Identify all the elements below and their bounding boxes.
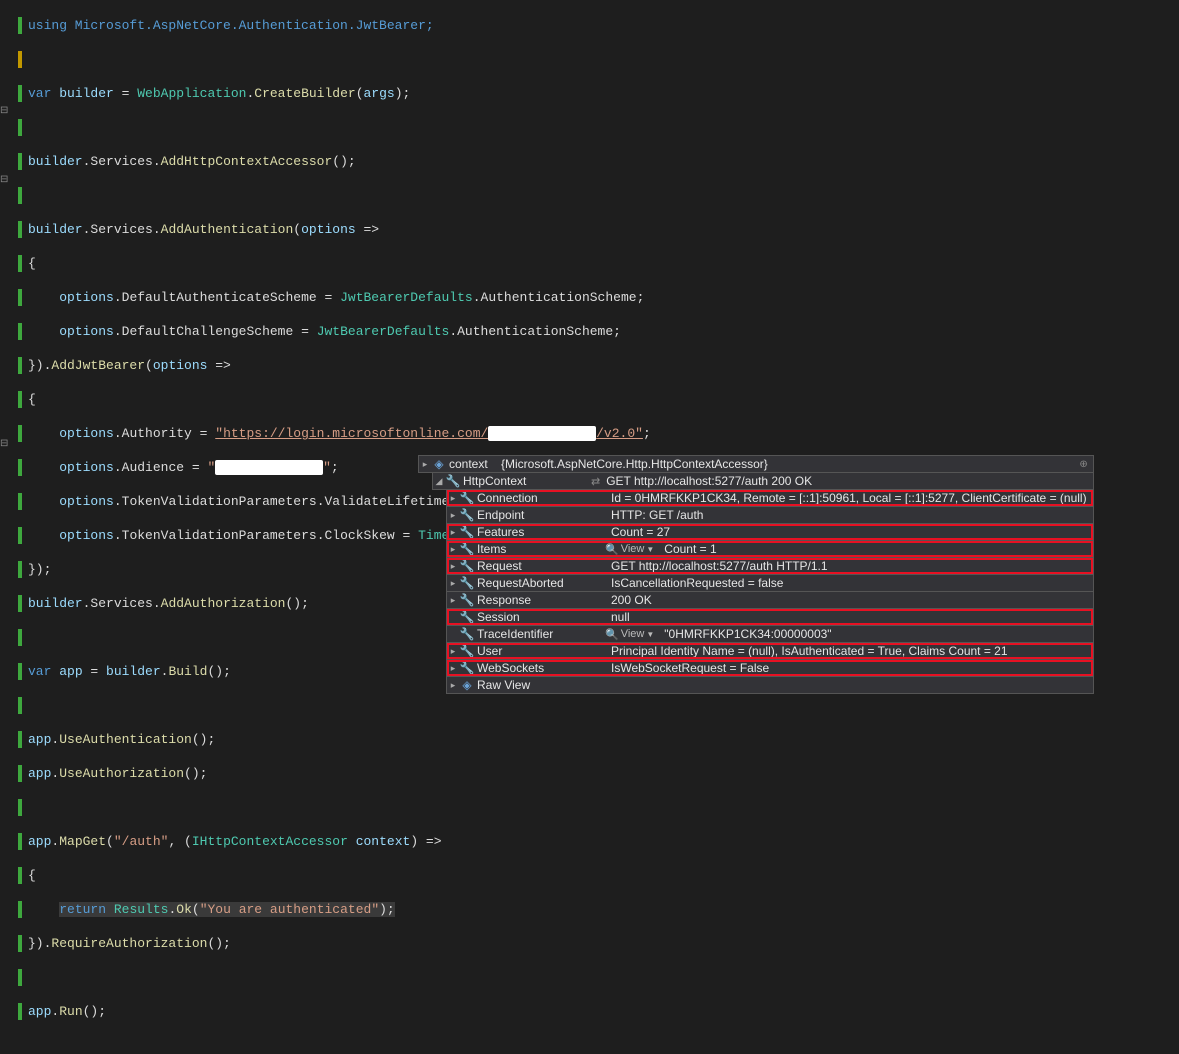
tip-name: Request	[475, 559, 605, 573]
expand-icon[interactable]: ▸	[447, 663, 459, 674]
property-icon: 🔧	[459, 576, 475, 590]
expand-icon[interactable]: ▸	[419, 459, 431, 470]
fold-toggle[interactable]: ⊟	[0, 174, 8, 186]
tip-row-context[interactable]: ▸ ◈ context {Microsoft.AspNetCore.Http.H…	[418, 455, 1094, 473]
property-icon: 🔧	[459, 525, 475, 539]
debug-datatip[interactable]: ▸ ◈ context {Microsoft.AspNetCore.Http.H…	[418, 456, 1094, 694]
transfer-icon: ⇄	[591, 475, 600, 488]
tip-name: WebSockets	[475, 661, 605, 675]
code-line: using Microsoft.AspNetCore.Authenticatio…	[28, 18, 434, 33]
tip-value: GET http://localhost:5277/auth HTTP/1.1	[605, 559, 1093, 573]
tip-name: Features	[475, 525, 605, 539]
property-icon: 🔧	[459, 627, 475, 641]
tip-value: Count = 27	[605, 525, 1093, 539]
tip-name: RequestAborted	[475, 576, 605, 590]
tip-row-rawview[interactable]: ▸◈Raw View	[446, 676, 1094, 694]
pin-icon[interactable]: ⊕	[1075, 459, 1093, 470]
tip-value: HTTP: GET /auth	[605, 508, 1093, 522]
tip-name: TraceIdentifier	[475, 627, 605, 641]
tip-row-requestaborted[interactable]: ▸🔧RequestAbortedIsCancellationRequested …	[446, 574, 1094, 592]
tip-value: "0HMRFKKP1CK34:00000003"	[658, 627, 1092, 641]
property-icon: 🔧	[459, 491, 475, 505]
property-icon: 🔧	[459, 610, 475, 624]
current-line: return Results.Ok("You are authenticated…	[59, 902, 395, 917]
tip-name: User	[475, 644, 605, 658]
chevron-down-icon[interactable]: ▼	[646, 630, 654, 639]
tip-name: Endpoint	[475, 508, 605, 522]
expand-icon[interactable]: ▸	[447, 493, 459, 504]
fold-toggle[interactable]: ⊟	[0, 105, 8, 117]
property-icon: 🔧	[459, 559, 475, 573]
expand-icon[interactable]: ▸	[447, 527, 459, 538]
tip-name: Connection	[475, 491, 605, 505]
tip-name: HttpContext	[461, 474, 591, 488]
tip-name: Items	[475, 542, 605, 556]
expand-icon[interactable]: ▸	[447, 510, 459, 521]
tip-value: {Microsoft.AspNetCore.Http.HttpContextAc…	[495, 457, 1075, 471]
property-icon: 🔧	[445, 474, 461, 488]
tip-value: IsWebSocketRequest = False	[605, 661, 1093, 675]
tip-value: Count = 1	[658, 542, 1092, 556]
tip-value: Id = 0HMRFKKP1CK34, Remote = [::1]:50961…	[605, 491, 1093, 505]
chevron-down-icon[interactable]: ▼	[646, 545, 654, 554]
tip-row-traceidentifier[interactable]: 🔧TraceIdentifier🔍 View ▼"0HMRFKKP1CK34:0…	[446, 625, 1094, 643]
redacted: x	[215, 460, 323, 475]
fold-toggle[interactable]: ⊟	[0, 438, 8, 450]
expand-icon[interactable]: ▸	[447, 646, 459, 657]
tip-value: GET http://localhost:5277/auth 200 OK	[600, 474, 1092, 488]
view-button[interactable]: 🔍 View ▼	[605, 543, 658, 556]
property-icon: 🔧	[459, 644, 475, 658]
tip-row-response[interactable]: ▸🔧Response200 OK	[446, 591, 1094, 609]
tip-value: IsCancellationRequested = false	[605, 576, 1093, 590]
tip-row-endpoint[interactable]: ▸🔧EndpointHTTP: GET /auth	[446, 506, 1094, 524]
property-icon: 🔧	[459, 661, 475, 675]
property-icon: 🔧	[459, 542, 475, 556]
tip-name: Response	[475, 593, 605, 607]
object-icon: ◈	[459, 678, 475, 692]
expand-icon[interactable]: ▸	[447, 544, 459, 555]
tip-row-request[interactable]: ▸🔧RequestGET http://localhost:5277/auth …	[446, 557, 1094, 575]
tip-row-websockets[interactable]: ▸🔧WebSocketsIsWebSocketRequest = False	[446, 659, 1094, 677]
expand-icon[interactable]: ▸	[447, 680, 459, 691]
view-button[interactable]: 🔍 View ▼	[605, 628, 658, 641]
tip-row-httpcontext[interactable]: ◢ 🔧 HttpContext ⇄ GET http://localhost:5…	[432, 472, 1094, 490]
expand-icon[interactable]: ▸	[447, 595, 459, 606]
tip-value: Principal Identity Name = (null), IsAuth…	[605, 644, 1093, 658]
object-icon: ◈	[431, 457, 447, 471]
tip-value: null	[605, 610, 1093, 624]
tip-row-session[interactable]: 🔧Sessionnull	[446, 608, 1094, 626]
property-icon: 🔧	[459, 593, 475, 607]
tip-row-user[interactable]: ▸🔧UserPrincipal Identity Name = (null), …	[446, 642, 1094, 660]
magnify-icon: 🔍	[605, 543, 619, 556]
magnify-icon: 🔍	[605, 628, 619, 641]
tip-name: Raw View	[475, 678, 605, 692]
tip-name: Session	[475, 610, 605, 624]
expand-icon[interactable]: ▸	[447, 561, 459, 572]
tip-row-features[interactable]: ▸🔧FeaturesCount = 27	[446, 523, 1094, 541]
tip-value: 200 OK	[605, 593, 1093, 607]
redacted: x	[488, 426, 596, 441]
gutter: ⊟ ⊟ ⊟	[0, 0, 14, 678]
tip-name: context	[447, 457, 495, 471]
expand-icon[interactable]: ◢	[433, 476, 445, 487]
expand-icon[interactable]: ▸	[447, 578, 459, 589]
tip-row-items[interactable]: ▸🔧Items🔍 View ▼Count = 1	[446, 540, 1094, 558]
property-icon: 🔧	[459, 508, 475, 522]
tip-row-connection[interactable]: ▸🔧ConnectionId = 0HMRFKKP1CK34, Remote =…	[446, 489, 1094, 507]
